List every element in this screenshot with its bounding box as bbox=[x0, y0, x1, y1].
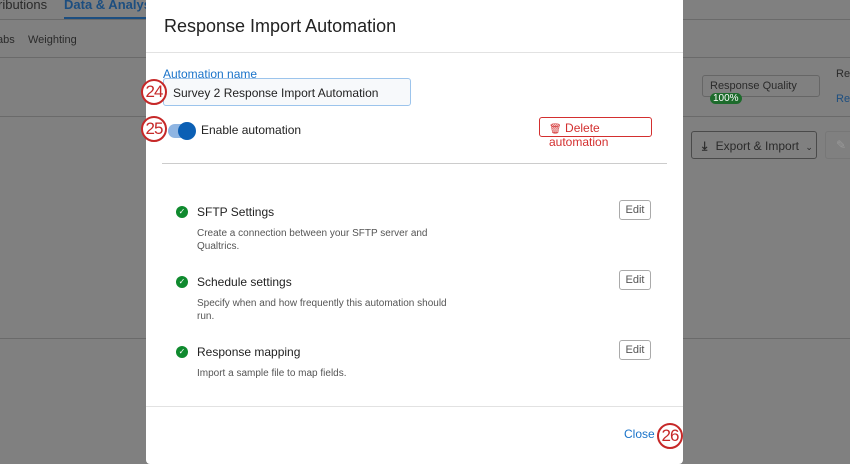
check-circle-icon: ✓ bbox=[176, 276, 188, 288]
enable-automation-toggle[interactable] bbox=[168, 122, 196, 140]
download-icon: ⤓ bbox=[702, 139, 708, 153]
step-description: Import a sample file to map fields. bbox=[197, 368, 347, 379]
step-description: Create a connection between your SFTP se… bbox=[197, 228, 428, 252]
chevron-down-icon: ⌄ bbox=[805, 142, 813, 152]
automation-name-input[interactable]: Survey 2 Response Import Automation bbox=[163, 78, 411, 106]
callout-26: 26 bbox=[657, 423, 683, 449]
callout-25: 25 bbox=[141, 116, 167, 142]
right-cut-text: Re bbox=[836, 68, 850, 80]
check-circle-icon: ✓ bbox=[176, 206, 188, 218]
pencil-icon: ✎ bbox=[836, 138, 847, 152]
response-quality-button[interactable]: Response Quality 100% bbox=[702, 75, 820, 104]
right-cut-link[interactable]: Re bbox=[836, 93, 850, 105]
response-quality-badge: 100% bbox=[710, 93, 742, 104]
subtab-weighting[interactable]: Weighting bbox=[28, 34, 77, 46]
response-quality-label: Response Quality bbox=[710, 80, 797, 92]
export-import-label: Export & Import bbox=[715, 139, 800, 153]
edit-pencil-button[interactable]: ✎ bbox=[825, 131, 850, 159]
export-import-button[interactable]: ⤓ Export & Import ⌄ bbox=[691, 131, 817, 159]
enable-automation-label: Enable automation bbox=[201, 123, 302, 137]
dialog-title: Response Import Automation bbox=[164, 16, 397, 36]
section-divider bbox=[162, 163, 667, 164]
step-title: SFTP Settings bbox=[197, 205, 275, 219]
response-import-automation-dialog: Response Import Automation Automation na… bbox=[146, 0, 683, 464]
delete-automation-button[interactable]: 🗑 Delete automation bbox=[539, 117, 652, 149]
edit-schedule-button[interactable]: Edit bbox=[619, 270, 651, 290]
close-button[interactable]: Close bbox=[624, 427, 655, 441]
step-title: Response mapping bbox=[197, 345, 301, 359]
step-description: Specify when and how frequently this aut… bbox=[197, 298, 447, 322]
step-title: Schedule settings bbox=[197, 275, 292, 289]
header-divider bbox=[146, 52, 683, 53]
check-circle-icon: ✓ bbox=[176, 346, 188, 358]
nav-tab-distributions[interactable]: ributions bbox=[0, 0, 47, 12]
footer-divider bbox=[146, 406, 683, 407]
edit-sftp-button[interactable]: Edit bbox=[619, 200, 651, 220]
edit-mapping-button[interactable]: Edit bbox=[619, 340, 651, 360]
callout-24: 24 bbox=[141, 79, 167, 105]
subtab-crosstabs[interactable]: abs bbox=[0, 34, 15, 46]
trash-icon: 🗑 bbox=[549, 124, 562, 135]
